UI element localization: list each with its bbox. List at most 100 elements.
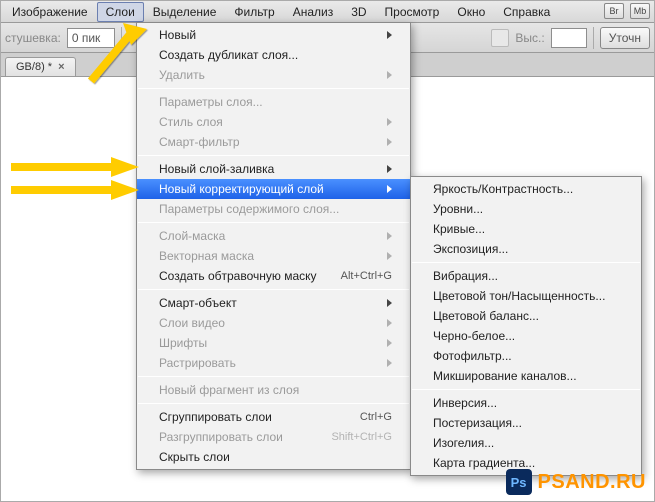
menu-item-label: Яркость/Контрастность...: [433, 182, 573, 196]
menu-item-label: Удалить: [159, 68, 205, 82]
document-tab[interactable]: GB/8) * ×: [5, 57, 76, 76]
layers-menu-item[interactable]: Скрыть слои: [137, 447, 410, 467]
menu-item-shortcut: Alt+Ctrl+G: [341, 270, 392, 282]
layers-menu-item[interactable]: Смарт-объект: [137, 293, 410, 313]
watermark: Ps PSAND.RU: [506, 469, 646, 495]
layers-menu-item: Векторная маска: [137, 246, 410, 266]
menu-view[interactable]: Просмотр: [376, 2, 449, 22]
menu-item-label: Новый слой-заливка: [159, 162, 274, 176]
adjustment-submenu-item[interactable]: Яркость/Контрастность...: [411, 179, 641, 199]
menu-item-label: Цветовой тон/Насыщенность...: [433, 289, 605, 303]
adjustment-submenu-item[interactable]: Фотофильтр...: [411, 346, 641, 366]
refine-edge-button[interactable]: Уточн: [600, 27, 650, 49]
adjustment-submenu-item[interactable]: Кривые...: [411, 219, 641, 239]
menu-item-label: Слой-маска: [159, 229, 225, 243]
menu-item-label: Стиль слоя: [159, 115, 223, 129]
menu-item-label: Шрифты: [159, 336, 207, 350]
layers-menu-item: Новый фрагмент из слоя: [137, 380, 410, 400]
menu-image[interactable]: Изображение: [3, 2, 97, 22]
menu-window[interactable]: Окно: [448, 2, 494, 22]
layers-menu-item: Разгруппировать слои Shift+Ctrl+G: [137, 427, 410, 447]
minibridge-button[interactable]: Mb: [630, 3, 650, 19]
adjustment-layer-submenu: Яркость/Контрастность... Уровни... Кривые.…: [410, 176, 642, 476]
menu-item-label: Карта градиента...: [433, 456, 535, 470]
menu-item-label: Новый фрагмент из слоя: [159, 383, 299, 397]
menu-separator: [138, 403, 409, 404]
menu-item-label: Черно-белое...: [433, 329, 515, 343]
menu-item-label: Новый: [159, 28, 196, 42]
adjustment-submenu-item[interactable]: Цветовой тон/Насыщенность...: [411, 286, 641, 306]
height-input[interactable]: [551, 28, 587, 48]
adjustment-submenu-item[interactable]: Микширование каналов...: [411, 366, 641, 386]
height-label: Выс.:: [515, 31, 544, 45]
menu-item-shortcut: Ctrl+G: [360, 411, 392, 423]
annotation-arrow-icon: [81, 21, 151, 91]
menu-item-label: Разгруппировать слои: [159, 430, 283, 444]
submenu-arrow-icon: [387, 339, 392, 347]
layers-menu-item: Слой-маска: [137, 226, 410, 246]
swap-dims-icon[interactable]: [491, 29, 509, 47]
menu-separator: [138, 155, 409, 156]
menu-layers[interactable]: Слои: [97, 2, 144, 22]
menu-item-label: Микширование каналов...: [433, 369, 577, 383]
layers-menu-item[interactable]: Новый слой-заливка: [137, 159, 410, 179]
menu-item-label: Постеризация...: [433, 416, 522, 430]
menu-item-label: Параметры слоя...: [159, 95, 263, 109]
adjustment-submenu-item[interactable]: Изогелия...: [411, 433, 641, 453]
annotation-arrow-icon: [11, 179, 141, 201]
menu-item-label: Параметры содержимого слоя...: [159, 202, 339, 216]
adjustment-submenu-item[interactable]: Цветовой баланс...: [411, 306, 641, 326]
layers-menu-item[interactable]: Новый корректирующий слой: [137, 179, 410, 199]
menu-item-shortcut: Shift+Ctrl+G: [331, 431, 392, 443]
layers-menu-item: Растрировать: [137, 353, 410, 373]
layers-menu-item: Шрифты: [137, 333, 410, 353]
menu-item-label: Смарт-фильтр: [159, 135, 240, 149]
submenu-arrow-icon: [387, 359, 392, 367]
submenu-arrow-icon: [387, 31, 392, 39]
adjustment-submenu-item[interactable]: Постеризация...: [411, 413, 641, 433]
bridge-button[interactable]: Br: [604, 3, 624, 19]
tab-title: GB/8) *: [16, 61, 52, 73]
layers-menu-item[interactable]: Новый: [137, 25, 410, 45]
menu-item-label: Новый корректирующий слой: [159, 182, 324, 196]
menu-separator: [412, 262, 640, 263]
layers-menu-item[interactable]: Создать дубликат слоя...: [137, 45, 410, 65]
menubar: Изображение Слои Выделение Фильтр Анализ…: [1, 1, 654, 23]
menu-item-label: Изогелия...: [433, 436, 494, 450]
submenu-arrow-icon: [387, 252, 392, 260]
layers-menu-item: Параметры содержимого слоя...: [137, 199, 410, 219]
submenu-arrow-icon: [387, 319, 392, 327]
tab-close-icon[interactable]: ×: [58, 61, 64, 73]
menu-filter[interactable]: Фильтр: [225, 2, 283, 22]
menu-separator: [138, 289, 409, 290]
adjustment-submenu-item[interactable]: Вибрация...: [411, 266, 641, 286]
adjustment-submenu-item[interactable]: Черно-белое...: [411, 326, 641, 346]
adjustment-submenu-item[interactable]: Экспозиция...: [411, 239, 641, 259]
menu-help[interactable]: Справка: [494, 2, 559, 22]
menu-3d[interactable]: 3D: [342, 2, 375, 22]
annotation-arrow-icon: [11, 156, 141, 178]
menu-item-label: Слои видео: [159, 316, 225, 330]
layers-menu-item: Удалить: [137, 65, 410, 85]
menu-item-label: Создать обтравочную маску: [159, 269, 317, 283]
submenu-arrow-icon: [387, 71, 392, 79]
menu-separator: [138, 376, 409, 377]
layers-menu-item: Смарт-фильтр: [137, 132, 410, 152]
submenu-arrow-icon: [387, 232, 392, 240]
menu-item-label: Вибрация...: [433, 269, 498, 283]
layers-menu-item[interactable]: Сгруппировать слои Ctrl+G: [137, 407, 410, 427]
menu-item-label: Инверсия...: [433, 396, 497, 410]
adjustment-submenu-item[interactable]: Инверсия...: [411, 393, 641, 413]
menu-item-label: Уровни...: [433, 202, 483, 216]
layers-menu-item[interactable]: Создать обтравочную маску Alt+Ctrl+G: [137, 266, 410, 286]
menu-separator: [138, 88, 409, 89]
submenu-arrow-icon: [387, 118, 392, 126]
menu-analysis[interactable]: Анализ: [284, 2, 343, 22]
menu-select[interactable]: Выделение: [144, 2, 226, 22]
menu-item-label: Сгруппировать слои: [159, 410, 272, 424]
adjustment-submenu-item[interactable]: Уровни...: [411, 199, 641, 219]
layers-menu-item: Параметры слоя...: [137, 92, 410, 112]
menu-item-label: Векторная маска: [159, 249, 254, 263]
menu-separator: [138, 222, 409, 223]
layers-menu-item: Слои видео: [137, 313, 410, 333]
